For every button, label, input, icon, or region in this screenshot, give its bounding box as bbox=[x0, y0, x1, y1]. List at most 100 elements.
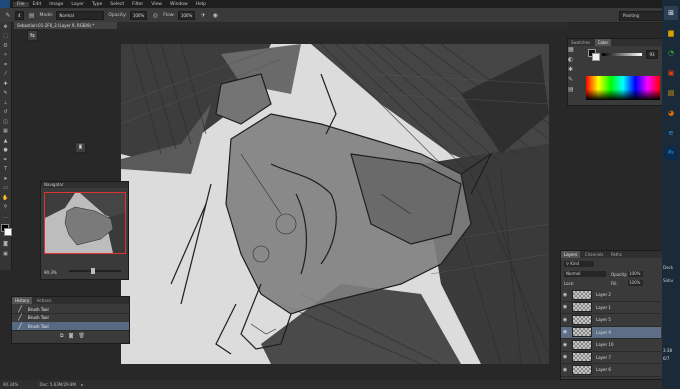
navigator-zoom-handle[interactable] bbox=[91, 268, 95, 274]
document-canvas[interactable] bbox=[121, 44, 549, 364]
layer-fill-field[interactable]: 100% bbox=[628, 280, 643, 286]
layer-row[interactable]: ◉ Layer 10 bbox=[561, 339, 661, 352]
layer-filter-kind[interactable]: ⚲ Kind bbox=[564, 261, 594, 267]
brush-preset-icon[interactable]: ♜ bbox=[75, 142, 86, 153]
menu-file[interactable]: File bbox=[13, 1, 29, 7]
menu-select[interactable]: Select bbox=[106, 2, 128, 7]
healing-tool-icon[interactable]: ✚ bbox=[0, 79, 11, 89]
layer-row-selected[interactable]: ◉ Layer 9 bbox=[561, 326, 661, 339]
color-spectrum[interactable] bbox=[586, 76, 660, 100]
visibility-eye-icon[interactable]: ◉ bbox=[561, 342, 569, 348]
workspace-select[interactable]: Painting bbox=[619, 11, 664, 21]
photoshop-taskbar-icon[interactable]: Ps bbox=[664, 146, 678, 160]
eyedropper-tool-icon[interactable]: ⁄ bbox=[0, 70, 11, 80]
airbrush-icon[interactable]: ✈ bbox=[199, 11, 207, 19]
tab-channels[interactable]: Channels bbox=[582, 251, 607, 258]
status-menu-arrow-icon[interactable]: ▸ bbox=[81, 382, 83, 387]
brush-panel-icon[interactable]: ▤ bbox=[28, 11, 36, 19]
layer-row[interactable]: ◉ Layer 2 bbox=[561, 289, 661, 302]
delete-state-icon[interactable]: 🗑 bbox=[78, 333, 84, 341]
start-icon[interactable]: ⊞ bbox=[664, 6, 678, 20]
dodge-tool-icon[interactable]: ● bbox=[0, 146, 11, 156]
ie-icon[interactable]: e bbox=[664, 126, 678, 140]
path-select-tool-icon[interactable]: ➤ bbox=[0, 174, 11, 184]
status-zoom[interactable]: 90.34% bbox=[3, 382, 18, 387]
background-color-swatch[interactable] bbox=[4, 227, 12, 236]
type-tool-icon[interactable]: T bbox=[0, 165, 11, 175]
quick-select-tool-icon[interactable]: ✧ bbox=[0, 51, 11, 61]
visibility-eye-icon[interactable]: ◉ bbox=[561, 317, 569, 323]
layer-opacity-field[interactable]: 100% bbox=[628, 271, 643, 277]
history-item-selected[interactable]: ╱ Brush Tool bbox=[12, 322, 129, 331]
color-panel-background[interactable] bbox=[592, 53, 600, 61]
menu-layer[interactable]: Layer bbox=[67, 2, 88, 7]
menu-window[interactable]: Window bbox=[166, 2, 192, 7]
lasso-tool-icon[interactable]: ʘ bbox=[0, 41, 11, 51]
layer-row[interactable]: ◉ Layer 6 bbox=[561, 364, 661, 377]
pen-tool-icon[interactable]: ✒ bbox=[0, 155, 11, 165]
screen-mode-icon[interactable]: ▣ bbox=[0, 249, 11, 259]
chrome-icon[interactable]: ◔ bbox=[664, 46, 678, 60]
tab-swatches[interactable]: Swatches bbox=[568, 39, 593, 46]
extras-icon[interactable]: … bbox=[0, 212, 11, 222]
tab-history[interactable]: History bbox=[12, 297, 33, 304]
visibility-eye-icon[interactable]: ◉ bbox=[561, 367, 569, 373]
brush-size-picker[interactable]: 4 bbox=[15, 10, 24, 20]
history-brush-icon[interactable]: ↺ bbox=[0, 108, 11, 118]
firefox-icon[interactable]: ◕ bbox=[664, 106, 678, 120]
layer-row[interactable]: ◉ Layer 5 bbox=[561, 314, 661, 327]
new-document-from-state-icon[interactable]: ⧉ bbox=[60, 333, 64, 341]
brushes-panel-icon[interactable]: ✎ bbox=[568, 76, 578, 86]
tab-layers[interactable]: Layers bbox=[561, 251, 581, 258]
shape-tool-icon[interactable]: ▭ bbox=[0, 184, 11, 194]
marquee-tool-icon[interactable]: ⬚ bbox=[0, 32, 11, 42]
adjustments-panel-icon[interactable]: ◐ bbox=[568, 56, 578, 66]
menu-image[interactable]: Image bbox=[45, 2, 67, 7]
eraser-tool-icon[interactable]: ◫ bbox=[0, 117, 11, 127]
hand-tool-icon[interactable]: ✋ bbox=[0, 193, 11, 203]
visibility-eye-icon[interactable]: ◉ bbox=[561, 304, 569, 310]
brush-tool-icon[interactable]: ✎ bbox=[0, 89, 11, 99]
navigator-zoom[interactable]: 90.3% bbox=[44, 270, 57, 275]
new-snapshot-icon[interactable]: ◙ bbox=[69, 333, 74, 341]
menu-filter[interactable]: Filter bbox=[128, 2, 147, 7]
navigator-zoom-slider[interactable] bbox=[69, 268, 121, 274]
tab-color[interactable]: Color bbox=[594, 39, 612, 46]
visibility-eye-icon[interactable]: ◉ bbox=[561, 354, 569, 360]
blur-tool-icon[interactable]: ▲ bbox=[0, 136, 11, 146]
flow-field[interactable]: 100% bbox=[177, 10, 196, 20]
navigator-preview[interactable] bbox=[44, 192, 126, 254]
quick-mask-icon[interactable]: ◙ bbox=[0, 240, 11, 250]
folder-icon[interactable]: ▆ bbox=[664, 26, 678, 40]
gradient-tool-icon[interactable]: ▦ bbox=[0, 127, 11, 137]
color-swatches[interactable] bbox=[0, 222, 12, 240]
styles-panel-icon[interactable]: ✱ bbox=[568, 66, 578, 76]
crop-tool-icon[interactable]: ⌗ bbox=[0, 60, 11, 70]
visibility-eye-icon[interactable]: ◉ bbox=[561, 292, 569, 298]
properties-panel-icon[interactable]: ▤ bbox=[568, 86, 578, 96]
brightness-slider[interactable] bbox=[602, 53, 642, 56]
pressure-size-icon[interactable]: ◉ bbox=[211, 11, 219, 19]
menu-help[interactable]: Help bbox=[192, 2, 210, 7]
zoom-tool-icon[interactable]: ⚲ bbox=[0, 203, 11, 213]
brightness-value[interactable]: 93 bbox=[646, 50, 658, 59]
menu-type[interactable]: Type bbox=[88, 2, 106, 7]
office-icon[interactable]: ▣ bbox=[664, 66, 678, 80]
taskbar-label-2[interactable]: Sahu bbox=[663, 278, 673, 283]
visibility-eye-icon[interactable]: ◉ bbox=[561, 329, 569, 335]
layer-blend-mode[interactable]: Normal bbox=[564, 271, 606, 277]
move-tool-icon[interactable]: ✥ bbox=[0, 22, 11, 32]
brush-tool-icon[interactable]: ✎ bbox=[4, 11, 12, 19]
pressure-opacity-icon[interactable]: ◎ bbox=[151, 11, 159, 19]
swatches-panel-icon[interactable]: ▦ bbox=[568, 46, 578, 56]
menu-edit[interactable]: Edit bbox=[29, 2, 46, 7]
document-tab[interactable]: Sebastian-01-2F6_3 (Layer 9, RGB/8) * bbox=[14, 22, 117, 29]
explorer-icon[interactable]: ▤ bbox=[664, 86, 678, 100]
taskbar-label-1[interactable]: Deck bbox=[663, 265, 673, 270]
layer-row[interactable]: ◉ Layer 1 bbox=[561, 301, 661, 314]
stamp-tool-icon[interactable]: ⊥ bbox=[0, 98, 11, 108]
opacity-field[interactable]: 100% bbox=[129, 10, 148, 20]
collapse-panels-icon[interactable]: ⇆ bbox=[27, 30, 38, 41]
tab-paths[interactable]: Paths bbox=[608, 251, 625, 258]
mode-select[interactable]: Normal bbox=[56, 10, 105, 20]
